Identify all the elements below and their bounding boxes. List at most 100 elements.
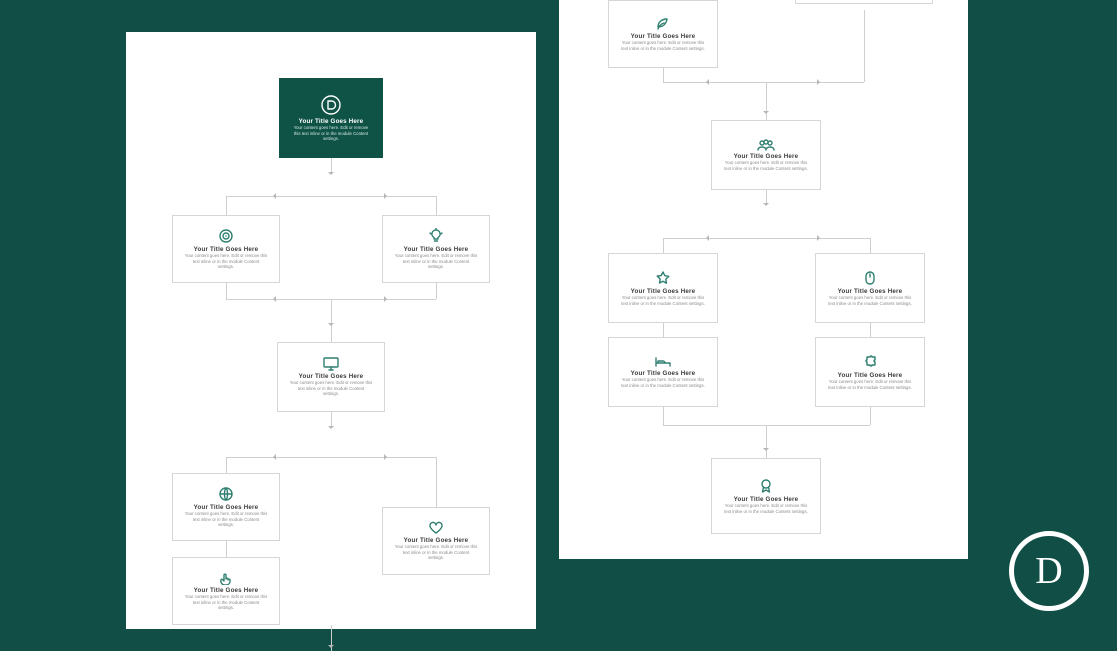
connector-vertical: [226, 541, 227, 557]
connector-vertical: [436, 196, 437, 215]
connector-vertical: [226, 457, 227, 473]
node-title: Your Title Goes Here: [299, 118, 364, 125]
divi-icon: [320, 94, 342, 116]
connector-vertical: [663, 323, 664, 337]
connector-vertical: [663, 238, 664, 253]
leaf-icon: [655, 17, 671, 31]
node-body: Your content goes here. Edit or remove t…: [828, 379, 913, 391]
connector-vertical: [331, 158, 332, 173]
node-title: Your Title Goes Here: [194, 246, 259, 253]
connector-vertical: [870, 407, 871, 425]
connector-vertical: [331, 412, 332, 427]
divi-logo-badge: D: [1009, 531, 1089, 611]
flowchart-node-l1: Your Title Goes HereYour content goes he…: [172, 215, 280, 283]
arrow-left-icon: [270, 296, 276, 302]
node-body: Your content goes here. Edit or remove t…: [185, 253, 268, 270]
flowchart-node-r5: Your Title Goes HereYour content goes he…: [608, 337, 718, 407]
node-title: Your Title Goes Here: [838, 288, 903, 295]
bulb-icon: [428, 228, 444, 244]
node-body: Your content goes here. Edit or remove t…: [395, 544, 478, 561]
node-title: Your Title Goes Here: [631, 33, 696, 40]
connector-vertical: [870, 238, 871, 253]
target-icon: [218, 228, 234, 244]
connector-vertical: [864, 10, 865, 82]
arrow-down-icon: [763, 203, 769, 209]
node-body: Your content goes here. Edit or remove t…: [828, 295, 913, 307]
node-body: Your content goes here. Edit or remove t…: [724, 160, 809, 172]
arrow-right-icon: [817, 79, 823, 85]
connector-vertical: [226, 283, 227, 299]
arrow-left-icon: [270, 454, 276, 460]
heart-icon: [428, 521, 444, 535]
arrow-left-icon: [270, 193, 276, 199]
mouse-icon: [864, 270, 876, 286]
node-title: Your Title Goes Here: [404, 246, 469, 253]
arrow-down-icon: [328, 172, 334, 178]
connector-vertical: [870, 323, 871, 337]
node-body: Your content goes here. Edit or remove t…: [621, 377, 706, 389]
arrow-left-icon: [703, 79, 709, 85]
flowchart-node-l2: Your Title Goes HereYour content goes he…: [382, 215, 490, 283]
flowchart-panel-right: Your Title Goes HereYour Title Goes Here…: [559, 0, 968, 559]
connector-horizontal: [226, 299, 436, 300]
flowchart-node-r2: Your Title Goes HereYour content goes he…: [711, 120, 821, 190]
connector-vertical: [766, 190, 767, 204]
node-body: Your content goes here. Edit or remove t…: [290, 380, 373, 397]
arrow-down-icon: [328, 323, 334, 329]
flowchart-node-r1: Your Title Goes HereYour content goes he…: [608, 0, 718, 68]
star-icon: [655, 270, 671, 286]
node-title: Your Title Goes Here: [404, 537, 469, 544]
node-body: Your content goes here. Edit or remove t…: [621, 40, 706, 52]
flowchart-node-r0: Your Title Goes Here: [795, 0, 933, 4]
arrow-left-icon: [703, 235, 709, 241]
flowchart-panel-left: Your Title Goes HereYour content goes he…: [126, 32, 536, 629]
node-title: Your Title Goes Here: [299, 373, 364, 380]
award-icon: [759, 478, 773, 494]
arrow-right-icon: [384, 454, 390, 460]
puzzle-icon: [862, 354, 878, 370]
monitor-icon: [323, 357, 339, 371]
arrow-right-icon: [817, 235, 823, 241]
connector-horizontal: [226, 457, 436, 458]
node-title: Your Title Goes Here: [194, 587, 259, 594]
connector-vertical: [331, 299, 332, 342]
flowchart-node-l5: Your Title Goes HereYour content goes he…: [382, 507, 490, 575]
connector-vertical: [226, 196, 227, 215]
arrow-right-icon: [384, 296, 390, 302]
node-title: Your Title Goes Here: [631, 370, 696, 377]
node-title: Your Title Goes Here: [631, 288, 696, 295]
connector-vertical: [663, 68, 664, 82]
connector-horizontal: [226, 196, 436, 197]
node-title: Your Title Goes Here: [734, 153, 799, 160]
arrow-right-icon: [384, 193, 390, 199]
connector-horizontal: [663, 425, 870, 426]
connector-horizontal: [663, 82, 864, 83]
flowchart-node-r4: Your Title Goes HereYour content goes he…: [815, 253, 925, 323]
node-body: Your content goes here. Edit or remove t…: [621, 295, 706, 307]
connector-vertical: [436, 457, 437, 507]
node-body: Your content goes here. Edit or remove t…: [185, 594, 268, 611]
arrow-down-icon: [328, 645, 334, 651]
flowchart-node-r3: Your Title Goes HereYour content goes he…: [608, 253, 718, 323]
people-icon: [757, 139, 775, 151]
connector-horizontal: [663, 238, 870, 239]
node-title: Your Title Goes Here: [838, 372, 903, 379]
node-title: Your Title Goes Here: [734, 496, 799, 503]
connector-vertical: [436, 283, 437, 299]
divi-logo-letter: D: [1035, 549, 1062, 593]
node-title: Your Title Goes Here: [194, 504, 259, 511]
arrow-down-icon: [763, 111, 769, 117]
node-body: Your content goes here. Edit or remove t…: [291, 125, 372, 142]
hand-icon: [218, 571, 234, 585]
node-body: Your content goes here. Edit or remove t…: [395, 253, 478, 270]
arrow-down-icon: [328, 426, 334, 432]
connector-vertical: [663, 407, 664, 425]
flowchart-node-r6: Your Title Goes HereYour content goes he…: [815, 337, 925, 407]
node-body: Your content goes here. Edit or remove t…: [185, 511, 268, 528]
node-body: Your content goes here. Edit or remove t…: [724, 503, 809, 515]
flowchart-node-l4: Your Title Goes HereYour content goes he…: [172, 473, 280, 541]
flowchart-node-l3: Your Title Goes HereYour content goes he…: [277, 342, 385, 412]
flowchart-node-l6: Your Title Goes HereYour content goes he…: [172, 557, 280, 625]
bed-icon: [654, 356, 672, 368]
arrow-down-icon: [763, 448, 769, 454]
